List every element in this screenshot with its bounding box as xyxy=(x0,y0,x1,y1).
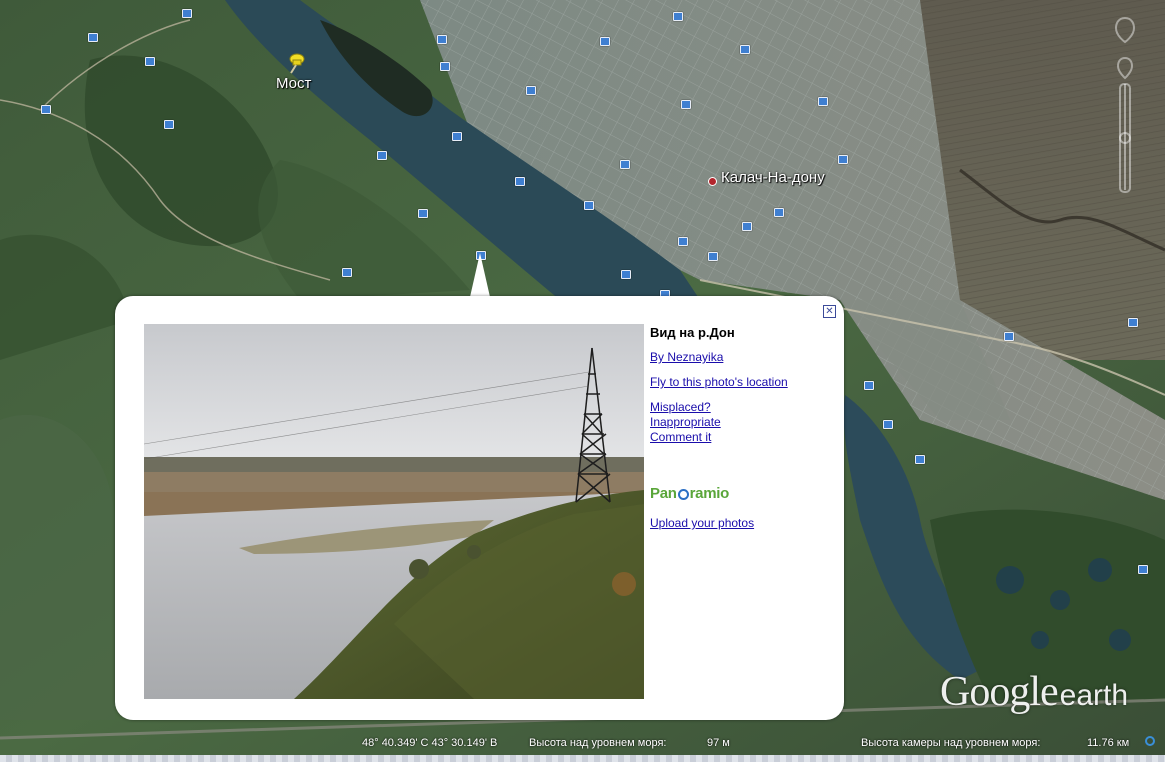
photo-marker-icon[interactable] xyxy=(883,420,893,429)
panoramio-logo-mark xyxy=(677,489,689,500)
camera-altitude-label: Высота камеры над уровнем моря: xyxy=(861,737,1041,749)
photo-marker-icon[interactable] xyxy=(740,45,750,54)
close-icon[interactable]: ✕ xyxy=(823,305,836,318)
panoramio-logo-text-start: Pan xyxy=(650,485,677,502)
panoramio-logo[interactable]: Pan ramio xyxy=(650,485,830,502)
logo-google-text: Google xyxy=(940,669,1059,715)
photo-marker-icon[interactable] xyxy=(377,151,387,160)
photo-marker-icon[interactable] xyxy=(1128,318,1138,327)
town-dot-icon[interactable] xyxy=(708,177,717,186)
photo-marker-icon[interactable] xyxy=(621,270,631,279)
inappropriate-link[interactable]: Inappropriate xyxy=(650,415,830,430)
photo-marker-icon[interactable] xyxy=(526,86,536,95)
balloon-info: Вид на р.Дон By Neznayika Fly to this ph… xyxy=(650,325,830,531)
photo-marker-icon[interactable] xyxy=(164,120,174,129)
placemark-label-bridge[interactable]: Мост xyxy=(276,75,311,92)
logo-earth-text: earth xyxy=(1059,679,1129,712)
photo-marker-icon[interactable] xyxy=(678,237,688,246)
photo-marker-icon[interactable] xyxy=(88,33,98,42)
photo-marker-icon[interactable] xyxy=(418,209,428,218)
window-bottom-edge xyxy=(0,755,1165,762)
photo-marker-icon[interactable] xyxy=(742,222,752,231)
coordinates-readout: 48° 40.349' С 43° 30.149' В xyxy=(362,737,498,749)
photo-marker-icon[interactable] xyxy=(620,160,630,169)
photo-marker-icon[interactable] xyxy=(774,208,784,217)
navigation-control-icon[interactable] xyxy=(1112,14,1138,204)
balloon-photo xyxy=(144,324,644,699)
photo-marker-icon[interactable] xyxy=(182,9,192,18)
fly-to-location-link[interactable]: Fly to this photo's location xyxy=(650,375,830,390)
photo-marker-icon[interactable] xyxy=(437,35,447,44)
comment-link[interactable]: Comment it xyxy=(650,430,830,445)
elevation-value: 97 м xyxy=(707,737,730,749)
photo-marker-icon[interactable] xyxy=(818,97,828,106)
photo-marker-icon[interactable] xyxy=(584,201,594,210)
elevation-label: Высота над уровнем моря: xyxy=(529,737,667,749)
photo-marker-icon[interactable] xyxy=(600,37,610,46)
status-bar: 48° 40.349' С 43° 30.149' В Высота над у… xyxy=(0,731,1165,755)
balloon-pointer xyxy=(470,253,490,297)
info-balloon: ✕ Вид на р.Дон By Neznayika Fly to this … xyxy=(115,296,844,720)
photo-marker-icon[interactable] xyxy=(838,155,848,164)
placemark-label-town[interactable]: Калач-На-дону xyxy=(721,169,825,186)
photo-marker-icon[interactable] xyxy=(1138,565,1148,574)
photo-marker-icon[interactable] xyxy=(440,62,450,71)
google-earth-logo: Googleearth xyxy=(940,668,1128,716)
photo-marker-icon[interactable] xyxy=(864,381,874,390)
photo-marker-icon[interactable] xyxy=(673,12,683,21)
photo-marker-icon[interactable] xyxy=(708,252,718,261)
author-link[interactable]: By Neznayika xyxy=(650,350,830,365)
photo-marker-icon[interactable] xyxy=(342,268,352,277)
photo-marker-icon[interactable] xyxy=(681,100,691,109)
camera-altitude-value: 11.76 км xyxy=(1087,737,1130,749)
photo-marker-icon[interactable] xyxy=(452,132,462,141)
streaming-icon xyxy=(1145,736,1155,746)
photo-marker-icon[interactable] xyxy=(1004,332,1014,341)
panoramio-logo-text-end: ramio xyxy=(689,485,730,502)
photo-marker-icon[interactable] xyxy=(915,455,925,464)
photo-marker-icon[interactable] xyxy=(145,57,155,66)
photo-marker-icon[interactable] xyxy=(515,177,525,186)
pushpin-icon[interactable] xyxy=(285,52,307,74)
photo-marker-icon[interactable] xyxy=(41,105,51,114)
upload-photos-link[interactable]: Upload your photos xyxy=(650,516,830,531)
misplaced-link[interactable]: Misplaced? xyxy=(650,400,830,415)
photo-title: Вид на р.Дон xyxy=(650,325,735,340)
